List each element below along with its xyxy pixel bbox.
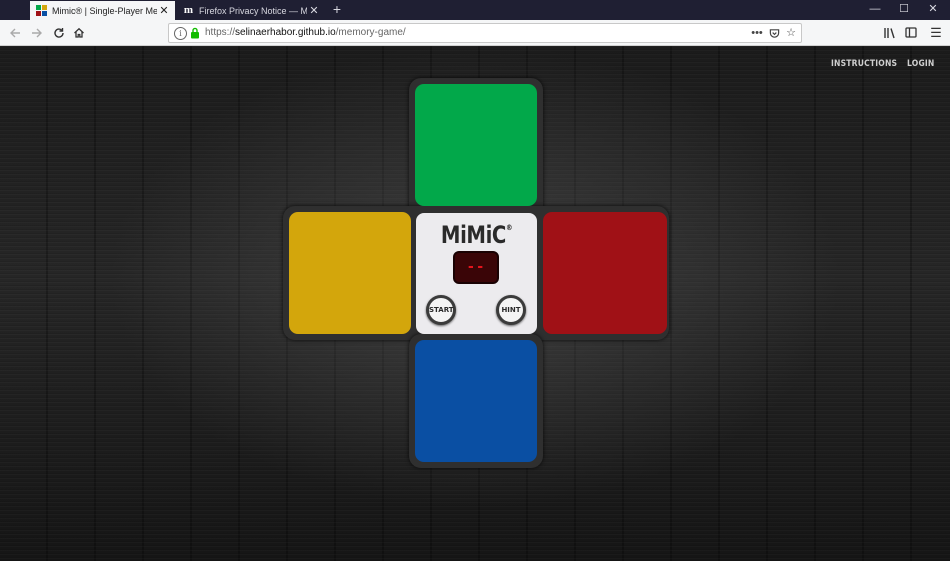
- reload-icon: [54, 28, 64, 38]
- hint-button[interactable]: HINT: [496, 295, 526, 325]
- tab-close-icon[interactable]: ✕: [157, 4, 171, 17]
- maximize-button[interactable]: ☐: [889, 0, 919, 20]
- mimic-favicon-icon: [36, 5, 47, 16]
- yellow-pad[interactable]: [289, 212, 411, 334]
- page-actions-more-icon[interactable]: •••: [749, 25, 765, 41]
- start-button[interactable]: START: [426, 295, 456, 325]
- tab-mimic[interactable]: Mimic® | Single-Player Memory Game ✕: [30, 1, 175, 20]
- tab-close-icon[interactable]: ✕: [307, 4, 321, 17]
- registered-mark: ®: [505, 223, 513, 232]
- green-pad[interactable]: [415, 84, 537, 206]
- new-tab-button[interactable]: +: [329, 0, 345, 20]
- sidebar-button[interactable]: [902, 24, 920, 42]
- back-button[interactable]: [6, 24, 24, 42]
- login-link[interactable]: LOGIN: [907, 59, 934, 69]
- mozilla-favicon-icon: m: [183, 4, 194, 16]
- library-button[interactable]: [880, 24, 898, 42]
- mimic-logo: MiMiC®: [440, 221, 513, 249]
- close-window-button[interactable]: ✕: [918, 0, 948, 20]
- minimize-button[interactable]: —: [860, 0, 890, 20]
- navigation-toolbar: i https://selinaerhabor.github.io/memory…: [0, 20, 950, 46]
- blue-pad[interactable]: [415, 340, 537, 462]
- control-panel: MiMiC® -- START HINT: [416, 213, 537, 334]
- site-info-icon[interactable]: i: [174, 27, 187, 40]
- address-bar[interactable]: i https://selinaerhabor.github.io/memory…: [168, 23, 802, 43]
- tab-title: Mimic® | Single-Player Memory Game: [52, 5, 157, 16]
- tab-bar: Mimic® | Single-Player Memory Game ✕ m F…: [0, 0, 950, 20]
- level-counter: --: [453, 251, 499, 284]
- pocket-icon[interactable]: [766, 25, 782, 41]
- tab-privacy-notice[interactable]: m Firefox Privacy Notice — Mozilla ✕: [177, 1, 325, 20]
- home-button[interactable]: [70, 24, 88, 42]
- instructions-link[interactable]: INSTRUCTIONS: [831, 59, 897, 69]
- forward-button[interactable]: [28, 24, 46, 42]
- red-pad[interactable]: [543, 212, 667, 334]
- back-arrow-icon: [10, 28, 20, 38]
- library-icon: [883, 28, 895, 39]
- forward-arrow-icon: [32, 28, 42, 38]
- sidebar-icon: [905, 27, 917, 38]
- tab-title: Firefox Privacy Notice — Mozilla: [199, 5, 307, 16]
- menu-button[interactable]: ☰: [927, 24, 945, 42]
- home-icon: [74, 27, 84, 38]
- reload-button[interactable]: [50, 24, 68, 42]
- bookmark-star-icon[interactable]: ☆: [783, 25, 799, 41]
- url-text[interactable]: https://selinaerhabor.github.io/memory-g…: [205, 24, 406, 42]
- lock-icon: [191, 27, 199, 39]
